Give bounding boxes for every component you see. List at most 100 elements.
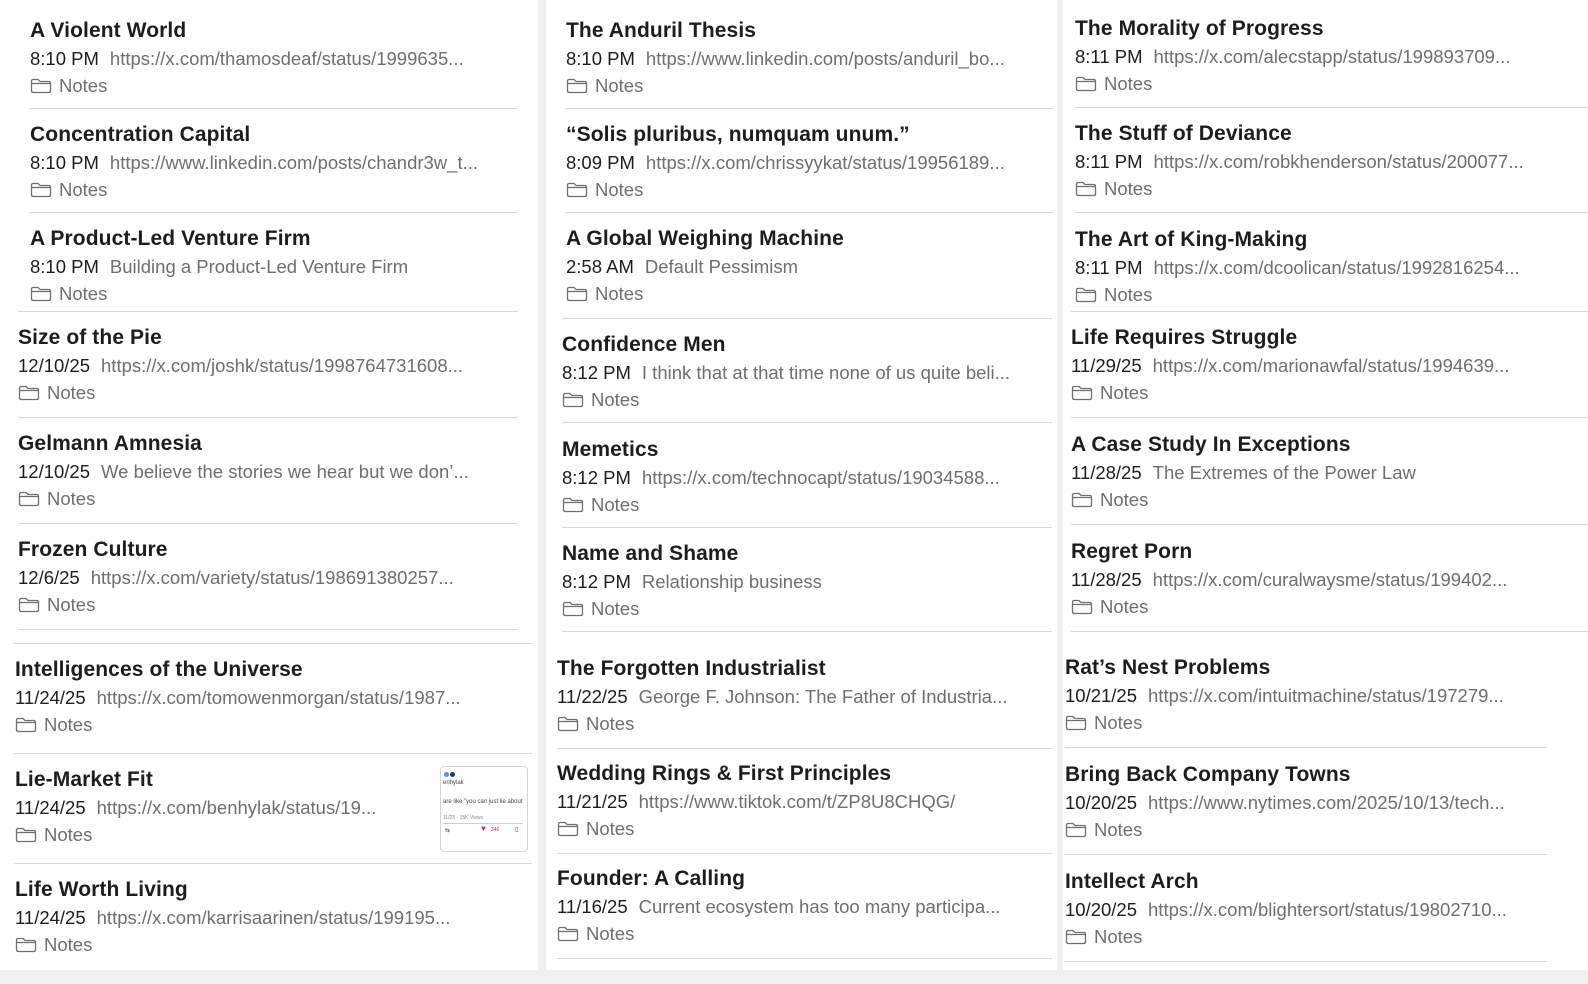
note-card[interactable]: Bring Back Company Towns 10/20/25 https:/… xyxy=(1065,762,1555,842)
divider xyxy=(30,212,518,213)
note-folder: Notes xyxy=(18,593,518,617)
folder-icon xyxy=(18,491,40,507)
folder-label: Notes xyxy=(44,714,93,735)
folder-icon xyxy=(15,827,37,843)
note-folder: Notes xyxy=(566,178,1050,202)
note-card[interactable]: The Morality of Progress 8:11 PM https://… xyxy=(1075,16,1555,96)
folder-icon xyxy=(1075,181,1097,197)
folder-icon xyxy=(30,182,52,198)
divider xyxy=(18,417,518,418)
note-folder: Notes xyxy=(562,493,1050,517)
thumbnail-snippet: are like "you can just lie about xyxy=(443,799,523,805)
note-date: 8:10 PM xyxy=(30,48,99,69)
folder-icon xyxy=(566,78,588,94)
note-card[interactable]: Life Requires Struggle 11/29/25 https://x… xyxy=(1071,325,1555,405)
note-card[interactable]: The Forgotten Industrialist 11/22/25 Geor… xyxy=(557,656,1052,736)
note-card[interactable]: The Anduril Thesis 8:10 PM https://www.li… xyxy=(566,18,1050,98)
note-meta: 11/28/25 https://x.com/curalwaysme/status… xyxy=(1071,568,1555,592)
divider xyxy=(557,853,1052,854)
note-preview: https://x.com/dcoolican/status/199281625… xyxy=(1153,257,1520,278)
note-date: 11/21/25 xyxy=(557,791,628,812)
note-card[interactable]: Lie-Market Fit 11/24/25 https://x.com/ben… xyxy=(15,767,425,847)
note-card[interactable]: Rat’s Nest Problems 10/21/25 https://x.co… xyxy=(1065,655,1555,735)
note-card[interactable]: Concentration Capital 8:10 PM https://www… xyxy=(30,122,520,202)
note-card[interactable]: Life Worth Living 11/24/25 https://x.com/… xyxy=(15,877,530,957)
note-folder: Notes xyxy=(1075,177,1555,201)
note-card[interactable]: Gelmann Amnesia 12/10/25 We believe the s… xyxy=(18,431,518,511)
note-meta: 8:10 PM https://x.com/thamosdeaf/status/1… xyxy=(30,47,520,71)
note-thumbnail[interactable]: enhylak are like "you can just lie about… xyxy=(440,766,528,852)
note-date: 11/28/25 xyxy=(1071,569,1142,590)
note-meta: 11/29/25 https://x.com/marionawfal/status… xyxy=(1071,354,1555,378)
note-folder: Notes xyxy=(15,713,530,737)
note-card[interactable]: Founder: A Calling 11/16/25 Current ecosy… xyxy=(557,866,1052,946)
note-card[interactable]: A Product-Led Venture Firm 8:10 PM Buildi… xyxy=(30,226,520,306)
note-preview: https://x.com/variety/status/19869138025… xyxy=(90,567,454,588)
note-title: A Global Weighing Machine xyxy=(566,227,844,250)
note-card[interactable]: Size of the Pie 12/10/25 https://x.com/jo… xyxy=(18,325,518,405)
note-card[interactable]: The Art of King-Making 8:11 PM https://x.… xyxy=(1075,227,1555,307)
note-title: Name and Shame xyxy=(562,542,739,565)
note-card[interactable]: A Case Study In Exceptions 11/28/25 The E… xyxy=(1071,432,1555,512)
note-card[interactable]: Memetics 8:12 PM https://x.com/technocapt… xyxy=(562,437,1050,517)
note-card[interactable]: Regret Porn 11/28/25 https://x.com/curalw… xyxy=(1071,539,1555,619)
folder-icon xyxy=(566,182,588,198)
divider xyxy=(1071,631,1588,632)
folder-icon xyxy=(562,392,584,408)
note-preview: https://x.com/marionawfal/status/1994639… xyxy=(1152,355,1510,376)
note-card[interactable]: A Global Weighing Machine 2:58 AM Default… xyxy=(566,226,1050,306)
note-folder: Notes xyxy=(566,74,1050,98)
thumbnail-views: 11/25 · 15K Views xyxy=(443,815,484,821)
note-folder: Notes xyxy=(1071,595,1555,619)
folder-label: Notes xyxy=(44,934,93,955)
note-date: 12/10/25 xyxy=(18,355,91,376)
note-title: The Anduril Thesis xyxy=(566,19,757,42)
avatar-icon xyxy=(450,772,455,777)
note-title: The Stuff of Deviance xyxy=(1075,122,1292,145)
note-card[interactable]: Confidence Men 8:12 PM I think that at th… xyxy=(562,332,1050,412)
note-date: 8:11 PM xyxy=(1075,151,1143,172)
note-folder: Notes xyxy=(562,388,1050,412)
note-card[interactable]: A Violent World 8:10 PM https://x.com/tha… xyxy=(30,18,520,98)
note-title: A Case Study In Exceptions xyxy=(1071,433,1351,456)
note-date: 10/20/25 xyxy=(1065,899,1138,920)
note-date: 11/29/25 xyxy=(1071,355,1142,376)
note-card[interactable]: Wedding Rings & First Principles 11/21/2… xyxy=(557,761,1052,841)
note-title: The Forgotten Industrialist xyxy=(557,657,826,680)
note-card[interactable]: Intellect Arch 10/20/25 https://x.com/bli… xyxy=(1065,869,1555,949)
note-preview: https://x.com/tomowenmorgan/status/1987.… xyxy=(96,687,461,708)
note-meta: 10/20/25 https://x.com/blightersort/statu… xyxy=(1065,898,1555,922)
folder-icon xyxy=(562,601,584,617)
folder-label: Notes xyxy=(1100,382,1149,403)
folder-label: Notes xyxy=(1100,596,1149,617)
note-card[interactable]: Frozen Culture 12/6/25 https://x.com/vari… xyxy=(18,537,518,617)
note-title: Gelmann Amnesia xyxy=(18,432,202,455)
divider xyxy=(14,753,532,754)
folder-label: Notes xyxy=(591,598,640,619)
folder-icon xyxy=(1075,287,1097,303)
note-date: 12/6/25 xyxy=(18,567,80,588)
divider xyxy=(562,422,1052,423)
folder-label: Notes xyxy=(1104,73,1153,94)
note-folder: Notes xyxy=(557,922,1052,946)
folder-label: Notes xyxy=(59,75,108,96)
note-folder: Notes xyxy=(1071,381,1555,405)
note-title: Intelligences of the Universe xyxy=(15,658,303,681)
folder-icon xyxy=(566,286,588,302)
folder-icon xyxy=(562,497,584,513)
divider xyxy=(1065,854,1547,855)
folder-label: Notes xyxy=(595,283,644,304)
note-card[interactable]: “Solis pluribus, numquam unum.” 8:09 PM h… xyxy=(566,122,1050,202)
note-folder: Notes xyxy=(1065,711,1555,735)
note-card[interactable]: The Stuff of Deviance 8:11 PM https://x.c… xyxy=(1075,121,1555,201)
note-preview: https://x.com/chrissyykat/status/1995618… xyxy=(645,152,1005,173)
heart-icon: ♥ xyxy=(481,824,486,833)
divider xyxy=(1065,961,1547,962)
note-card[interactable]: Name and Shame 8:12 PM Relationship busin… xyxy=(562,541,1050,621)
note-card[interactable]: Intelligences of the Universe 11/24/25 ht… xyxy=(15,657,530,737)
note-title: Life Worth Living xyxy=(15,878,188,901)
note-folder: Notes xyxy=(1071,488,1555,512)
note-meta: 10/20/25 https://www.nytimes.com/2025/10/… xyxy=(1065,791,1555,815)
note-preview: https://www.tiktok.com/t/ZP8U8CHQG/ xyxy=(638,791,956,812)
note-meta: 11/24/25 https://x.com/karrisaarinen/stat… xyxy=(15,906,530,930)
